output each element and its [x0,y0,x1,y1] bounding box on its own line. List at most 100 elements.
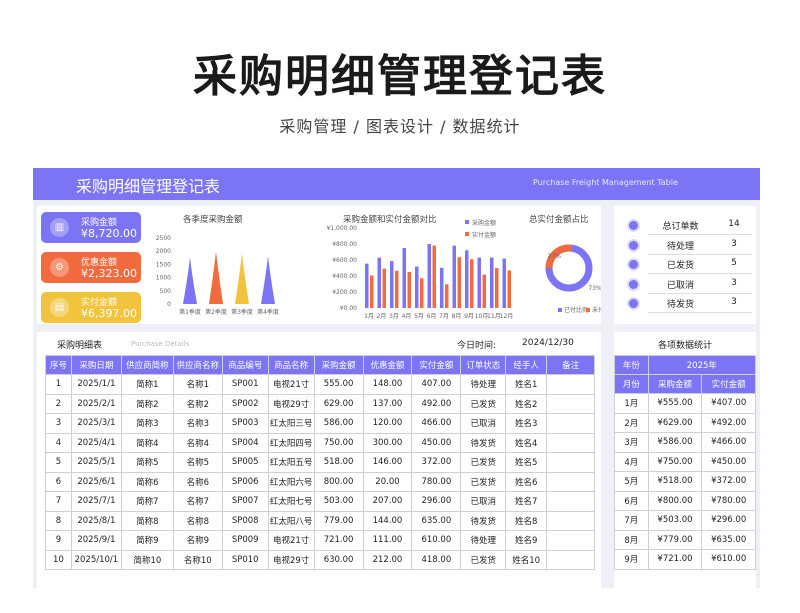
table-cell[interactable]: 姓名5 [505,452,548,473]
table-cell[interactable]: 电视21寸 [267,530,315,551]
column-header[interactable]: 实付金额 [701,374,756,394]
table-cell[interactable]: 1 [45,374,72,395]
table-cell[interactable]: ¥555.00 [647,393,703,414]
table-cell[interactable]: 4 [45,432,72,453]
column-header[interactable]: 供应商名称 [172,355,223,375]
table-cell[interactable]: SP005 [221,452,269,473]
table-cell[interactable]: 2025/10/1 [70,549,122,570]
table-cell[interactable]: 8 [45,510,72,531]
table-cell[interactable]: ¥503.00 [647,510,703,531]
table-cell[interactable]: 简称6 [120,471,174,492]
table-cell[interactable]: 简称1 [120,374,174,395]
table-cell[interactable]: 635.00 [411,510,462,531]
table-cell[interactable]: 红太阳四号 [267,432,315,453]
table-cell[interactable]: 名称5 [172,452,223,473]
table-cell[interactable]: 137.00 [362,393,413,414]
table-cell[interactable]: 6月 [614,490,649,511]
table-cell[interactable]: 2025/7/1 [70,491,122,512]
table-cell[interactable]: 红太阳八号 [267,510,315,531]
table-cell[interactable]: 2025/5/1 [70,452,122,473]
table-cell[interactable]: 已发货 [460,471,507,492]
table-cell[interactable] [546,549,595,570]
table-cell[interactable]: 20.00 [362,471,413,492]
table-cell[interactable]: 2025/6/1 [70,471,122,492]
table-cell[interactable]: 简称3 [120,413,174,434]
table-cell[interactable]: 待处理 [460,530,507,551]
column-header[interactable]: 经手人 [505,355,548,375]
column-header[interactable]: 采购金额 [313,355,364,375]
table-cell[interactable]: 名称9 [172,530,223,551]
table-cell[interactable]: SP002 [221,393,269,414]
table-cell[interactable]: 已发货 [460,393,507,414]
table-cell[interactable]: ¥779.00 [647,529,703,550]
table-cell[interactable]: 电视29寸 [267,393,315,414]
table-cell[interactable]: 466.00 [411,413,462,434]
table-cell[interactable] [546,393,595,414]
table-cell[interactable]: 简称10 [120,549,174,570]
table-cell[interactable]: 姓名9 [505,530,548,551]
table-cell[interactable]: 姓名10 [505,549,548,570]
table-cell[interactable]: 2025/3/1 [70,413,122,434]
table-cell[interactable]: 111.00 [362,530,413,551]
table-cell[interactable]: 名称3 [172,413,223,434]
table-cell[interactable]: 已发货 [460,452,507,473]
table-cell[interactable]: ¥780.00 [701,490,756,511]
table-cell[interactable]: 名称7 [172,491,223,512]
table-cell[interactable]: 已发货 [460,549,507,570]
table-cell[interactable]: 2025/2/1 [70,393,122,414]
table-cell[interactable]: 简称9 [120,530,174,551]
table-cell[interactable]: 姓名2 [505,393,548,414]
column-header[interactable]: 商品编号 [221,355,269,375]
table-cell[interactable]: ¥629.00 [647,412,703,433]
table-cell[interactable]: 名称8 [172,510,223,531]
table-cell[interactable]: ¥635.00 [701,529,756,550]
table-cell[interactable]: 简称4 [120,432,174,453]
table-cell[interactable]: 待发货 [460,432,507,453]
table-cell[interactable]: SP007 [221,491,269,512]
table-cell[interactable]: 212.00 [362,549,413,570]
column-header[interactable]: 采购日期 [70,355,122,375]
table-cell[interactable]: 407.00 [411,374,462,395]
table-cell[interactable]: 630.00 [313,549,364,570]
table-cell[interactable]: ¥466.00 [701,432,756,453]
table-cell[interactable]: ¥586.00 [647,432,703,453]
table-cell[interactable]: 450.00 [411,432,462,453]
table-cell[interactable]: ¥492.00 [701,412,756,433]
table-cell[interactable]: 779.00 [313,510,364,531]
table-cell[interactable]: 已取消 [460,491,507,512]
table-cell[interactable]: 144.00 [362,510,413,531]
column-header[interactable]: 采购金额 [647,374,703,394]
table-cell[interactable]: 780.00 [411,471,462,492]
table-cell[interactable]: 简称2 [120,393,174,414]
table-cell[interactable] [546,471,595,492]
table-cell[interactable]: 518.00 [313,452,364,473]
table-cell[interactable]: 148.00 [362,374,413,395]
table-cell[interactable]: SP004 [221,432,269,453]
table-cell[interactable]: 简称7 [120,491,174,512]
column-header[interactable]: 月份 [614,374,649,394]
table-cell[interactable]: 372.00 [411,452,462,473]
table-cell[interactable]: 姓名3 [505,413,548,434]
table-cell[interactable]: 红太阳三号 [267,413,315,434]
table-cell[interactable]: 2025/4/1 [70,432,122,453]
table-cell[interactable]: 名称4 [172,432,223,453]
table-cell[interactable]: 已取消 [460,413,507,434]
table-cell[interactable]: 10 [45,549,72,570]
table-cell[interactable]: ¥750.00 [647,451,703,472]
table-cell[interactable]: 300.00 [362,432,413,453]
table-cell[interactable] [546,452,595,473]
table-cell[interactable]: 3 [45,413,72,434]
table-cell[interactable] [546,530,595,551]
table-cell[interactable] [546,374,595,395]
table-cell[interactable]: 9 [45,530,72,551]
table-cell[interactable]: 7月 [614,510,649,531]
table-cell[interactable] [546,491,595,512]
table-cell[interactable]: 9月 [614,549,649,570]
table-cell[interactable]: 5 [45,452,72,473]
table-cell[interactable]: ¥296.00 [701,510,756,531]
table-cell[interactable]: ¥407.00 [701,393,756,414]
table-cell[interactable]: ¥800.00 [647,490,703,511]
table-cell[interactable]: 简称5 [120,452,174,473]
table-cell[interactable]: 610.00 [411,530,462,551]
table-cell[interactable]: SP006 [221,471,269,492]
